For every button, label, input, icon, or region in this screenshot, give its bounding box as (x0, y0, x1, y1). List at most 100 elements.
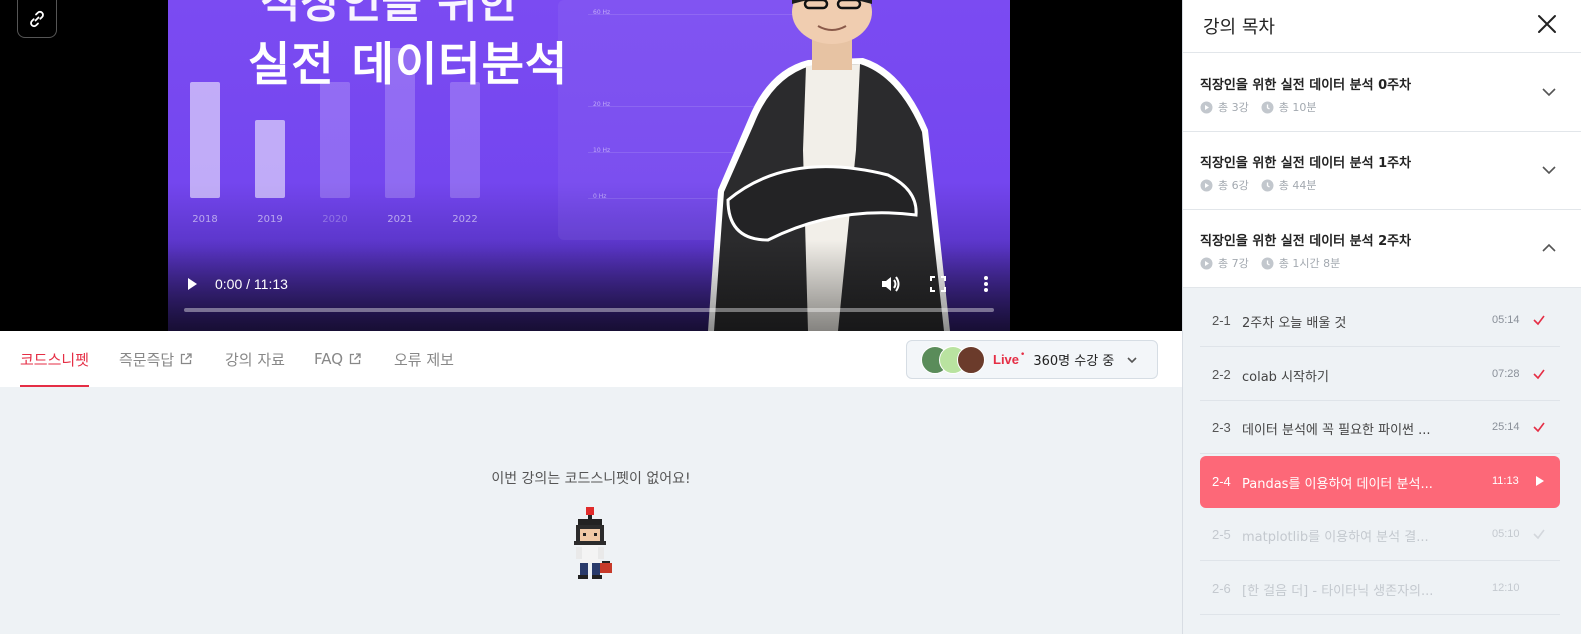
check-icon (1533, 315, 1545, 326)
total-duration: 총 10분 (1278, 101, 1317, 114)
lesson-title: [한 걸음 더] - 타이타닉 생존자의... (1242, 584, 1434, 599)
total-duration: 총 1시간 8분 (1278, 257, 1341, 270)
lesson-duration: 05:14 (1492, 314, 1520, 326)
tab-label: 오류 제보 (394, 350, 454, 369)
mascot-illustration (574, 507, 612, 579)
lesson-number: 2-1 (1212, 313, 1231, 328)
thumbnail-year: 2018 (192, 214, 218, 225)
tab-label: 강의 자료 (225, 350, 285, 369)
video-player[interactable]: 60 Hz 20 Hz 10 Hz 0 Hz 직장인을 위한 실전 데이터분석 … (0, 0, 1182, 331)
tab-report-error[interactable]: 오류 제보 (394, 331, 454, 387)
thumbnail-bar (320, 82, 350, 198)
thumbnail-year: 2020 (322, 214, 348, 225)
play-icon[interactable] (184, 276, 200, 292)
lesson-item-current[interactable]: 2-4 Pandas를 이용하여 데이터 분석... 11:13 (1200, 456, 1560, 508)
check-icon (1533, 529, 1545, 540)
thumbnail-year: 2019 (257, 214, 283, 225)
tab-label: FAQ (314, 350, 344, 368)
tab-instant-qa[interactable]: 즉문즉답 (119, 331, 192, 387)
play-circle-icon (1200, 101, 1213, 113)
week-title: 직장인을 위한 실전 데이터 분석 2주차 (1200, 234, 1412, 249)
clock-icon (1261, 101, 1274, 113)
week-section-2[interactable]: 직장인을 위한 실전 데이터 분석 2주차 총 7강 총 1시간 8분 (1183, 210, 1581, 288)
tab-faq[interactable]: FAQ (314, 331, 361, 387)
fullscreen-icon[interactable] (930, 276, 946, 292)
check-icon (1533, 369, 1545, 380)
lecture-count: 총 6강 (1218, 179, 1249, 192)
lesson-title: Pandas를 이용하여 데이터 분석... (1242, 477, 1433, 492)
lesson-item[interactable]: 2-5 matplotlib를 이용하여 분석 결... 05:10 (1200, 509, 1560, 561)
thumbnail-bar (255, 120, 285, 198)
lesson-item[interactable]: 2-3 데이터 분석에 꼭 필요한 파이썬 ... 25:14 (1200, 402, 1560, 454)
week-title: 직장인을 위한 실전 데이터 분석 1주차 (1200, 156, 1412, 171)
chevron-down-icon (1542, 166, 1556, 175)
lesson-duration: 05:10 (1492, 528, 1520, 540)
week-meta: 총 3강 총 10분 (1200, 99, 1316, 115)
chevron-down-icon (1542, 88, 1556, 97)
lecture-count: 총 7강 (1218, 257, 1249, 270)
thumbnail-title-top: 직장인을 위한 (260, 0, 519, 28)
tab-materials[interactable]: 강의 자료 (225, 331, 285, 387)
lecture-count: 총 3강 (1218, 101, 1249, 114)
sidebar-header: 강의 목차 (1183, 0, 1581, 53)
thumbnail-hz-label: 10 Hz (593, 147, 611, 154)
week-section-1[interactable]: 직장인을 위한 실전 데이터 분석 1주차 총 6강 총 44분 (1183, 132, 1581, 210)
thumbnail-hz-label: 60 Hz (593, 9, 611, 16)
lesson-item[interactable]: 2-1 2주차 오늘 배울 것 05:14 (1200, 295, 1560, 347)
lesson-duration: 12:10 (1492, 582, 1520, 594)
live-viewers-dropdown[interactable]: Live • 360명 수강 중 (906, 340, 1158, 379)
empty-snippet-message: 이번 강의는 코드스니펫이 없어요! (491, 471, 691, 487)
thumbnail-year: 2021 (387, 214, 413, 225)
play-circle-icon (1200, 257, 1213, 269)
thumbnail-bar (450, 82, 480, 198)
thumbnail-year: 2022 (452, 214, 478, 225)
viewer-count: 360명 수강 중 (1033, 354, 1115, 369)
lesson-duration: 07:28 (1492, 368, 1520, 380)
lesson-item[interactable]: 2-2 colab 시작하기 07:28 (1200, 349, 1560, 401)
video-progress-bar[interactable] (184, 308, 994, 312)
thumbnail-bar (385, 48, 415, 198)
lesson-number: 2-4 (1212, 474, 1231, 489)
code-snippet-panel: 이번 강의는 코드스니펫이 없어요! (0, 387, 1182, 634)
week-section-0[interactable]: 직장인을 위한 실전 데이터 분석 0주차 총 3강 총 10분 (1183, 54, 1581, 132)
week-title: 직장인을 위한 실전 데이터 분석 0주차 (1200, 78, 1412, 93)
lesson-duration: 25:14 (1492, 421, 1520, 433)
tab-label: 즉문즉답 (119, 350, 175, 369)
lesson-item[interactable]: 2-6 [한 걸음 더] - 타이타닉 생존자의... 12:10 (1200, 563, 1560, 615)
lesson-number: 2-5 (1212, 527, 1231, 542)
curriculum-sidebar: 강의 목차 직장인을 위한 실전 데이터 분석 0주차 총 3강 총 10분 직… (1182, 0, 1581, 634)
chevron-up-icon (1542, 243, 1556, 252)
lesson-title: colab 시작하기 (1242, 370, 1329, 385)
lesson-duration: 11:13 (1492, 475, 1519, 487)
week-meta: 총 7강 총 1시간 8분 (1200, 255, 1340, 271)
check-icon (1533, 422, 1545, 433)
lesson-list: 2-1 2주차 오늘 배울 것 05:14 2-2 colab 시작하기 07:… (1183, 288, 1581, 634)
thumbnail-bar (190, 82, 220, 198)
more-vertical-icon[interactable] (980, 275, 992, 293)
play-icon (1536, 476, 1544, 486)
link-icon (30, 10, 44, 27)
live-label: Live (993, 352, 1020, 367)
lesson-number: 2-2 (1212, 367, 1231, 382)
week-meta: 총 6강 총 44분 (1200, 177, 1316, 193)
lecture-tabs: 코드스니펫 즉문즉답 강의 자료 FAQ 오류 제보 Live • 360명 수… (0, 331, 1182, 387)
clock-icon (1261, 179, 1274, 191)
lesson-number: 2-3 (1212, 420, 1231, 435)
total-duration: 총 44분 (1278, 179, 1317, 192)
live-dot: • (1020, 349, 1026, 360)
avatar (957, 345, 985, 374)
lesson-title: 2주차 오늘 배울 것 (1242, 316, 1347, 331)
sidebar-title: 강의 목차 (1203, 17, 1275, 38)
volume-icon[interactable] (880, 275, 902, 293)
clock-icon (1261, 257, 1274, 269)
external-link-icon (181, 353, 192, 365)
thumbnail-hz-label: 0 Hz (593, 193, 607, 200)
thumbnail-hz-label: 20 Hz (593, 101, 611, 108)
lesson-title: 데이터 분석에 꼭 필요한 파이썬 ... (1242, 423, 1431, 438)
chevron-down-icon (1127, 356, 1137, 363)
close-icon[interactable] (1535, 12, 1559, 36)
lesson-number: 2-6 (1212, 581, 1231, 596)
copy-link-button[interactable] (17, 0, 57, 38)
tab-code-snippet[interactable]: 코드스니펫 (20, 331, 90, 387)
lesson-title: matplotlib를 이용하여 분석 결... (1242, 530, 1429, 545)
